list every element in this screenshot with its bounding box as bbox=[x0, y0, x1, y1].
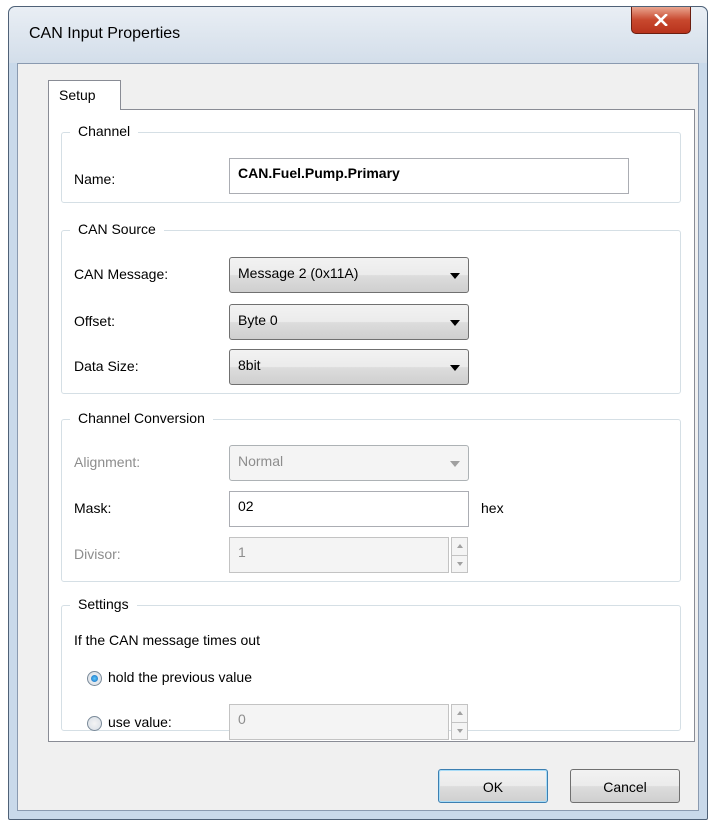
divisor-spinner bbox=[451, 537, 468, 573]
mask-label: Mask: bbox=[74, 500, 112, 516]
timeout-description: If the CAN message times out bbox=[74, 632, 260, 648]
tab-setup-label: Setup bbox=[59, 87, 96, 103]
can-message-select[interactable]: Message 2 (0x11A) bbox=[229, 257, 469, 293]
use-value-label[interactable]: use value: bbox=[108, 714, 172, 730]
settings-group-legend: Settings bbox=[70, 596, 137, 612]
channel-group: Channel Name: CAN.Fuel.Pump.Primary bbox=[61, 123, 681, 203]
dialog-client-area: Setup Channel Name: CAN.Fuel.Pump.Primar… bbox=[17, 63, 699, 811]
offset-value: Byte 0 bbox=[238, 312, 278, 328]
spinner-down-icon bbox=[451, 554, 468, 573]
spinner-down-icon bbox=[451, 721, 468, 740]
alignment-value: Normal bbox=[238, 453, 284, 469]
chevron-down-icon bbox=[450, 273, 460, 279]
spinner-up-icon bbox=[451, 537, 468, 555]
offset-select[interactable]: Byte 0 bbox=[229, 304, 469, 340]
can-source-group-legend: CAN Source bbox=[70, 221, 164, 237]
divisor-label: Divisor: bbox=[74, 546, 121, 562]
can-message-label: CAN Message: bbox=[74, 266, 169, 282]
use-value-input: 0 bbox=[229, 704, 449, 740]
hold-previous-radio[interactable] bbox=[87, 671, 102, 686]
offset-label: Offset: bbox=[74, 313, 115, 329]
dialog-window: CAN Input Properties Setup Channel Name:… bbox=[8, 6, 708, 820]
ok-button[interactable]: OK bbox=[438, 769, 548, 803]
setup-tab-panel: Channel Name: CAN.Fuel.Pump.Primary CAN … bbox=[48, 109, 695, 742]
channel-name-input[interactable]: CAN.Fuel.Pump.Primary bbox=[229, 158, 629, 194]
spinner-up-icon bbox=[451, 704, 468, 722]
tab-setup[interactable]: Setup bbox=[48, 80, 121, 110]
use-value-radio[interactable] bbox=[87, 716, 102, 731]
channel-conversion-group-legend: Channel Conversion bbox=[70, 410, 213, 426]
window-title: CAN Input Properties bbox=[29, 25, 181, 42]
mask-input[interactable]: 02 bbox=[229, 491, 469, 527]
name-label: Name: bbox=[74, 171, 116, 187]
hold-previous-label[interactable]: hold the previous value bbox=[108, 669, 252, 685]
data-size-select[interactable]: 8bit bbox=[229, 349, 469, 385]
channel-group-legend: Channel bbox=[70, 123, 139, 139]
chevron-down-icon bbox=[450, 320, 460, 326]
can-message-value: Message 2 (0x11A) bbox=[238, 265, 359, 281]
chevron-down-icon bbox=[450, 461, 460, 467]
title-bar[interactable]: CAN Input Properties bbox=[9, 7, 707, 63]
settings-group: Settings If the CAN message times out ho… bbox=[61, 596, 681, 740]
use-value-spinner bbox=[451, 704, 468, 740]
can-source-group: CAN Source CAN Message: Message 2 (0x11A… bbox=[61, 221, 681, 394]
channel-conversion-group: Channel Conversion Alignment: Normal Mas… bbox=[61, 410, 681, 582]
mask-unit-label: hex bbox=[481, 500, 504, 516]
alignment-select: Normal bbox=[229, 445, 469, 481]
divisor-input: 1 bbox=[229, 537, 449, 573]
chevron-down-icon bbox=[450, 365, 460, 371]
close-icon bbox=[654, 14, 668, 26]
cancel-button[interactable]: Cancel bbox=[570, 769, 680, 803]
alignment-label: Alignment: bbox=[74, 454, 141, 470]
data-size-label: Data Size: bbox=[74, 358, 139, 374]
data-size-value: 8bit bbox=[238, 357, 261, 373]
close-button[interactable] bbox=[631, 7, 691, 34]
